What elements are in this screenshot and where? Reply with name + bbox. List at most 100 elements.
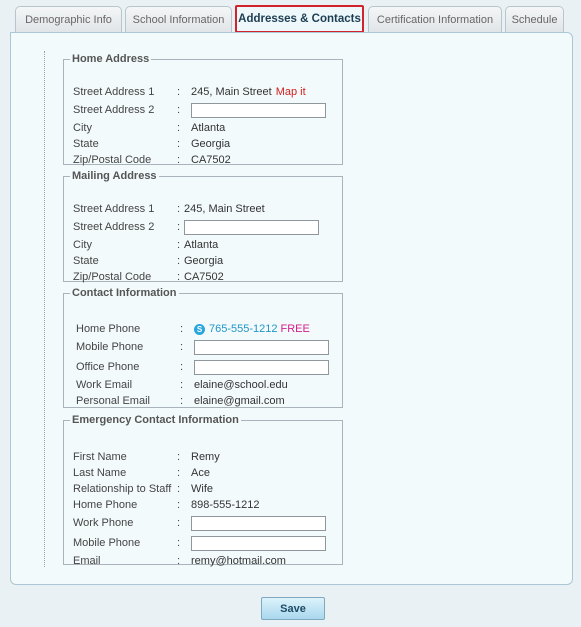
home-address-section: Home Address Street Address 1 : 245, Mai… (63, 53, 343, 168)
emergency-first-name-value: Remy (191, 451, 220, 463)
colon: : (177, 138, 181, 150)
tab-label: School Information (132, 13, 225, 26)
mailing-zip-value: CA7502 (184, 271, 224, 283)
emergency-relationship-label: Relationship to Staff (73, 483, 172, 495)
mailing-city-value: Atlanta (184, 239, 219, 251)
tab-label: Certification Information (376, 13, 494, 26)
contact-information-section: Contact Information Home Phone : S 765-5… (63, 287, 343, 408)
home-street1-label: Street Address 1 (73, 86, 155, 98)
home-city-value: Atlanta (191, 122, 226, 134)
home-street2-input[interactable] (191, 102, 326, 118)
home-city-row: City : Atlanta (73, 120, 225, 136)
contact-home-phone-label: Home Phone (76, 323, 141, 335)
mailing-street1-value: 245, Main Street (184, 203, 265, 215)
emergency-email-row: Email : remy@hotmail.com (73, 553, 286, 569)
colon: : (177, 104, 181, 116)
contact-mobile-phone-row: Mobile Phone : (76, 339, 329, 355)
mailing-street1-row: Street Address 1 : 245, Main Street (73, 201, 265, 217)
contact-mobile-phone-input[interactable] (194, 339, 329, 355)
tab-school-information[interactable]: School Information (125, 6, 232, 32)
colon: : (177, 271, 181, 283)
skype-icon: S (194, 323, 205, 335)
home-zip-row: Zip/Postal Code : CA7502 (73, 152, 231, 168)
colon: : (180, 395, 184, 407)
contact-personal-email-value: elaine@gmail.com (194, 395, 285, 407)
tab-addresses-contacts[interactable]: Addresses & Contacts (235, 5, 364, 33)
contact-office-phone-input[interactable] (194, 359, 329, 375)
emergency-mobile-phone-input[interactable] (191, 535, 326, 551)
home-street2-label: Street Address 2 (73, 104, 155, 116)
home-street1-row: Street Address 1 : 245, Main Street Map … (73, 84, 306, 100)
mailing-zip-row: Zip/Postal Code : CA7502 (73, 269, 224, 285)
contact-personal-email-label: Personal Email (76, 395, 150, 407)
emergency-home-phone-value: 898-555-1212 (191, 499, 260, 511)
mailing-zip-label: Zip/Postal Code (73, 271, 152, 283)
map-it-link[interactable]: Map it (276, 86, 306, 98)
colon: : (177, 467, 181, 479)
colon: : (177, 122, 181, 134)
emergency-contact-section: Emergency Contact Information First Name… (63, 414, 343, 567)
tab-bar: Demographic Info School Information Addr… (0, 5, 581, 33)
emergency-relationship-row: Relationship to Staff : Wife (73, 481, 213, 497)
colon: : (177, 537, 181, 549)
contact-mobile-phone-label: Mobile Phone (76, 341, 144, 353)
mailing-state-value: Georgia (184, 255, 224, 267)
tab-certification-information[interactable]: Certification Information (368, 6, 502, 32)
colon: : (177, 239, 181, 251)
save-button[interactable]: Save (261, 597, 325, 620)
colon: : (177, 451, 181, 463)
mailing-address-legend: Mailing Address (72, 170, 157, 182)
contact-information-legend: Contact Information (72, 287, 177, 299)
mailing-street2-input[interactable] (184, 219, 319, 235)
emergency-last-name-row: Last Name : Ace (73, 465, 210, 481)
home-phone-call-link[interactable]: 765-555-1212 (209, 323, 278, 335)
colon: : (177, 154, 181, 166)
colon: : (180, 323, 184, 335)
mailing-street1-label: Street Address 1 (73, 203, 155, 215)
mailing-street2-row: Street Address 2 : (73, 219, 319, 235)
mailing-address-section: Mailing Address Street Address 1 : 245, … (63, 170, 343, 285)
contact-home-phone-row: Home Phone : S 765-555-1212 FREE (76, 321, 310, 337)
emergency-email-label: Email (73, 555, 101, 567)
tab-schedule[interactable]: Schedule (505, 6, 564, 32)
contact-work-email-row: Work Email : elaine@school.edu (76, 377, 288, 393)
colon: : (177, 499, 181, 511)
colon: : (177, 483, 181, 495)
colon: : (177, 86, 181, 98)
colon: : (180, 379, 184, 391)
home-street2-row: Street Address 2 : (73, 102, 326, 118)
emergency-first-name-row: First Name : Remy (73, 449, 220, 465)
home-state-value: Georgia (191, 138, 231, 150)
home-city-label: City (73, 122, 92, 134)
home-state-row: State : Georgia (73, 136, 230, 152)
free-call-badge[interactable]: FREE (281, 323, 310, 335)
tab-label: Schedule (511, 13, 558, 26)
emergency-last-name-value: Ace (191, 467, 210, 479)
mailing-city-row: City : Atlanta (73, 237, 218, 253)
emergency-email-value: remy@hotmail.com (191, 555, 286, 567)
colon: : (177, 255, 181, 267)
emergency-first-name-label: First Name (73, 451, 127, 463)
contact-work-email-value: elaine@school.edu (194, 379, 288, 391)
tab-label: Demographic Info (25, 13, 112, 26)
contact-office-phone-row: Office Phone : (76, 359, 329, 375)
contact-office-phone-label: Office Phone (76, 361, 140, 373)
colon: : (177, 517, 181, 529)
emergency-work-phone-row: Work Phone : (73, 515, 326, 531)
colon: : (177, 203, 181, 215)
home-address-legend: Home Address (72, 53, 150, 65)
emergency-work-phone-input[interactable] (191, 515, 326, 531)
emergency-home-phone-label: Home Phone (73, 499, 138, 511)
emergency-relationship-value: Wife (191, 483, 213, 495)
emergency-last-name-label: Last Name (73, 467, 127, 479)
home-street1-value: 245, Main Street (191, 86, 272, 98)
contact-personal-email-row: Personal Email : elaine@gmail.com (76, 393, 285, 409)
colon: : (180, 361, 184, 373)
emergency-home-phone-row: Home Phone : 898-555-1212 (73, 497, 260, 513)
mailing-state-label: State (73, 255, 99, 267)
tab-demographic-info[interactable]: Demographic Info (15, 6, 122, 32)
mailing-city-label: City (73, 239, 92, 251)
home-state-label: State (73, 138, 99, 150)
contact-work-email-label: Work Email (76, 379, 133, 391)
dotted-guide (44, 51, 45, 567)
